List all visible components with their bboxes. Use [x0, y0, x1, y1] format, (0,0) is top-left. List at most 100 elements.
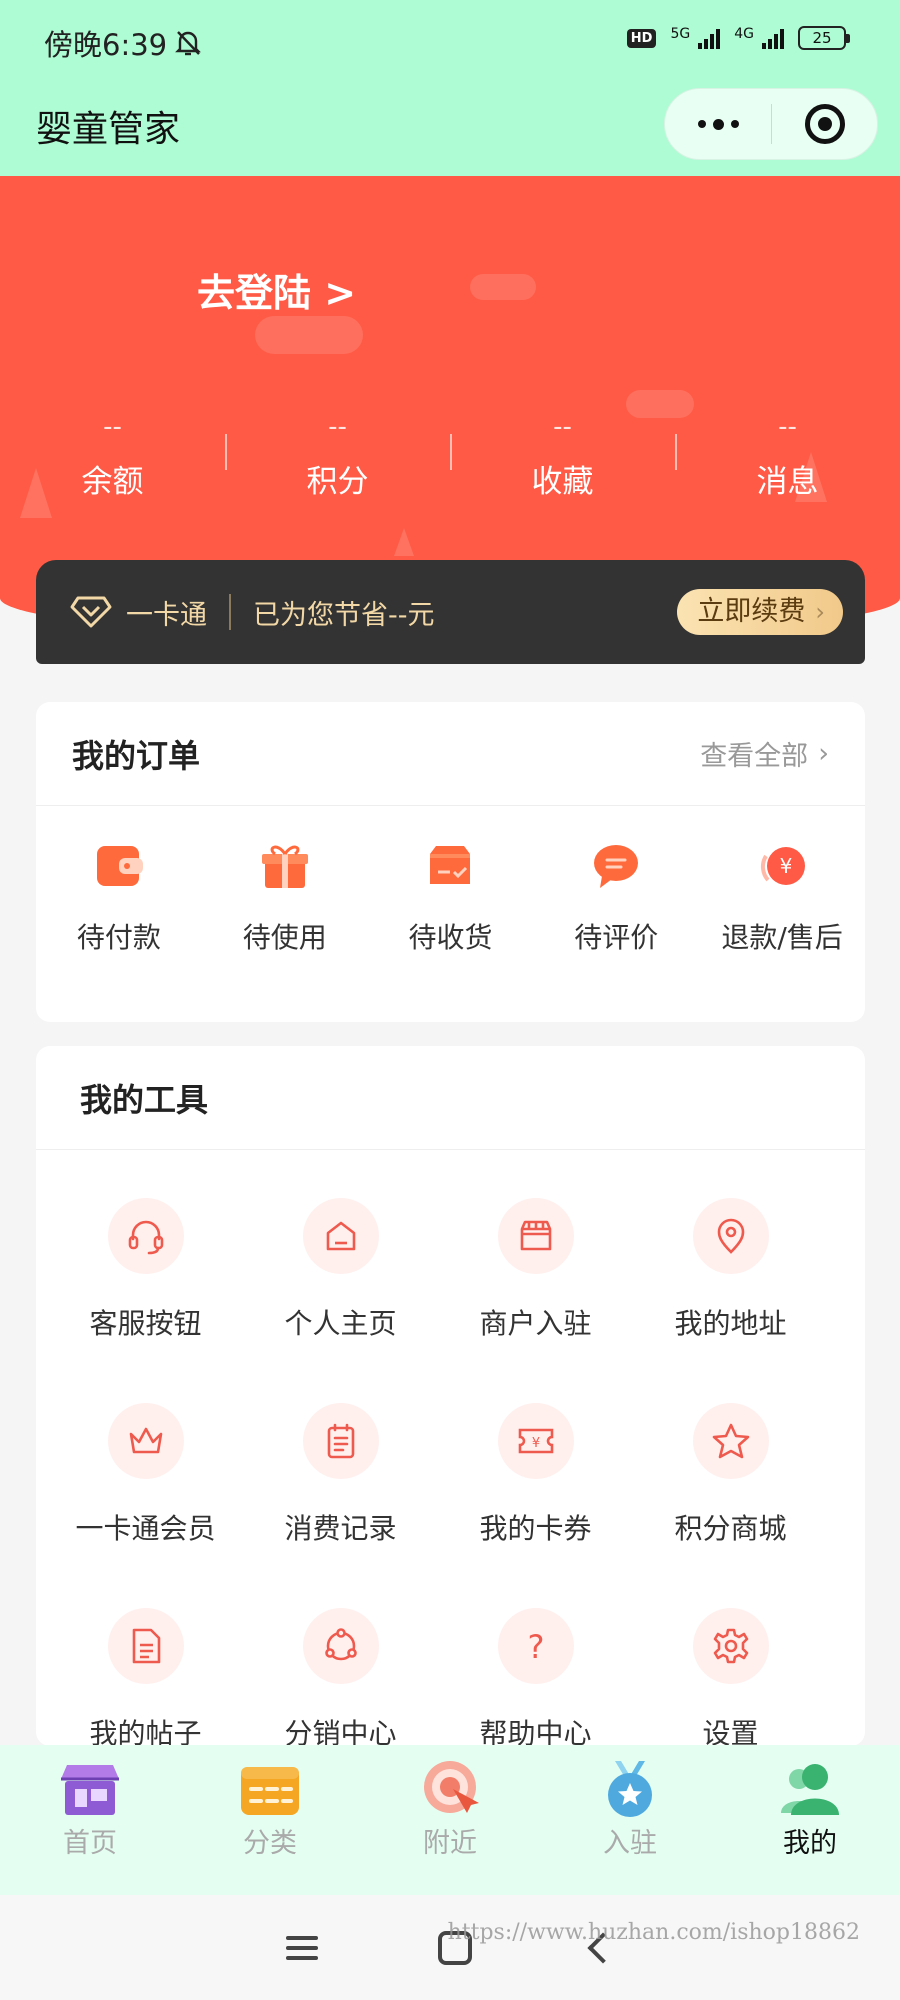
more-menu-button[interactable]: [665, 89, 771, 159]
tool-distribution-center[interactable]: 分销中心: [243, 1560, 438, 1746]
stat-favorites[interactable]: -- 收藏: [450, 412, 675, 501]
tool-label: 帮助中心: [479, 1717, 592, 1746]
stat-label: 余额: [81, 464, 144, 500]
medal-icon: [608, 1761, 652, 1817]
tool-label: 个人主页: [284, 1307, 397, 1340]
tab-join[interactable]: 入驻: [540, 1745, 720, 1895]
tool-consumption-records[interactable]: 消费记录: [243, 1355, 438, 1560]
member-savings: 已为您节省--元: [253, 599, 435, 631]
share-network-icon: [324, 1628, 357, 1661]
tool-my-address[interactable]: 我的地址: [633, 1150, 828, 1355]
tools-title: 我的工具: [80, 1080, 209, 1119]
view-all-orders-link[interactable]: 查看全部 ›: [700, 734, 829, 773]
tool-settings[interactable]: 设置: [633, 1560, 828, 1746]
stat-label: 积分: [306, 464, 369, 500]
member-card-banner[interactable]: 一卡通 已为您节省--元 立即续费 ›: [36, 560, 865, 664]
status-time-group: 傍晚6:39: [44, 22, 202, 64]
target-icon: [804, 104, 845, 144]
hd-badge: HD: [626, 28, 657, 48]
gift-icon: [261, 845, 308, 888]
renew-button[interactable]: 立即续费 ›: [677, 589, 843, 635]
coupon-icon: ¥: [518, 1428, 553, 1454]
tab-home[interactable]: 首页: [0, 1745, 180, 1895]
comment-icon: [594, 845, 639, 888]
tool-my-coupons[interactable]: ¥ 我的卡券: [438, 1355, 633, 1560]
tool-label: 积分商城: [674, 1512, 787, 1545]
refund-icon: ¥: [760, 847, 806, 885]
tab-label: 入驻: [603, 1828, 657, 1859]
tool-homepage[interactable]: 个人主页: [243, 1150, 438, 1355]
order-refund[interactable]: ¥ 退款/售后: [699, 840, 865, 956]
view-all-label: 查看全部: [700, 741, 809, 772]
tool-label: 客服按钮: [89, 1307, 202, 1340]
stat-messages[interactable]: -- 消息: [675, 412, 900, 501]
chevron-right-icon: ›: [815, 598, 825, 626]
cloud-decoration: [470, 274, 536, 300]
cloud-decoration: [255, 316, 363, 354]
signal-4g-icon: [762, 27, 784, 49]
tool-help-center[interactable]: ? 帮助中心: [438, 1560, 633, 1746]
order-to-review[interactable]: 待评价: [533, 840, 699, 956]
svg-text:?: ?: [527, 1628, 544, 1666]
recent-apps-icon[interactable]: [286, 1935, 318, 1960]
order-label: 退款/售后: [721, 921, 843, 954]
tools-grid: 客服按钮 个人主页 商户入驻 我的地址 一卡通会员 消费记录 ¥ 我的卡券 积分: [36, 1150, 865, 1746]
close-mini-program-button[interactable]: [772, 104, 877, 144]
stat-value: --: [328, 412, 347, 442]
orders-title: 我的订单: [72, 736, 201, 775]
tool-label: 我的地址: [674, 1307, 787, 1340]
nearby-icon: [424, 1761, 479, 1813]
stat-value: --: [778, 412, 797, 442]
signal-5g-icon: [698, 27, 721, 49]
order-label: 待使用: [242, 921, 327, 954]
battery-icon: 25: [798, 26, 850, 50]
clipboard-icon: [327, 1423, 354, 1459]
tool-label: 消费记录: [284, 1512, 397, 1545]
tool-member-card[interactable]: 一卡通会员: [48, 1355, 243, 1560]
order-to-use[interactable]: 待使用: [202, 840, 368, 956]
status-time: 傍晚6:39: [44, 28, 168, 62]
tool-label: 一卡通会员: [75, 1512, 216, 1545]
stat-label: 消息: [756, 464, 819, 500]
tab-nearby[interactable]: 附近: [360, 1745, 540, 1895]
order-to-receive[interactable]: 待收货: [368, 840, 534, 956]
account-stats: -- 余额 -- 积分 -- 收藏 -- 消息: [0, 412, 900, 501]
mini-program-navbar: 婴童管家: [0, 84, 900, 176]
status-indicators: HD 5G 4G 25: [626, 26, 850, 50]
tool-customer-service[interactable]: 客服按钮: [48, 1150, 243, 1355]
tab-mine[interactable]: 我的: [720, 1745, 900, 1895]
mini-program-capsule: [664, 88, 878, 160]
tool-merchant-join[interactable]: 商户入驻: [438, 1150, 633, 1355]
star-icon: [712, 1423, 749, 1459]
tab-label: 首页: [63, 1828, 117, 1859]
headset-icon: [128, 1220, 163, 1255]
tab-label: 分类: [243, 1828, 297, 1859]
svg-text:¥: ¥: [531, 1436, 539, 1451]
tool-label: 商户入驻: [479, 1307, 592, 1340]
status-bar: 傍晚6:39 HD 5G 4G 25: [0, 0, 900, 84]
tab-category[interactable]: 分类: [180, 1745, 360, 1895]
stat-points[interactable]: -- 积分: [225, 412, 450, 501]
gear-icon: [713, 1628, 748, 1664]
tool-label: 分销中心: [284, 1717, 397, 1746]
category-icon: [241, 1767, 299, 1815]
tool-label: 我的帖子: [89, 1717, 202, 1746]
tool-my-posts[interactable]: 我的帖子: [48, 1560, 243, 1746]
diamond-icon: [70, 596, 112, 628]
mute-bell-icon: [175, 31, 202, 56]
watermark-text: https://www.huzhan.com/ishop18862: [447, 1920, 860, 1945]
tool-points-mall[interactable]: 积分商城: [633, 1355, 828, 1560]
stat-balance[interactable]: -- 余额: [0, 412, 225, 501]
order-status-row: 待付款 待使用 待收货 待评价 ¥ 退款/售后: [36, 806, 865, 956]
shop-icon: [61, 1765, 119, 1815]
delivery-box-icon: [430, 846, 471, 884]
tab-label: 我的: [783, 1828, 837, 1859]
order-pending-payment[interactable]: 待付款: [36, 840, 202, 956]
order-label: 待付款: [76, 921, 161, 954]
tree-decoration: [394, 528, 414, 556]
user-icon: [781, 1764, 839, 1815]
card-divider: [229, 594, 231, 630]
page-title: 婴童管家: [36, 109, 181, 150]
member-card-name: 一卡通: [126, 599, 207, 631]
login-link[interactable]: 去登陆 >: [197, 262, 356, 317]
